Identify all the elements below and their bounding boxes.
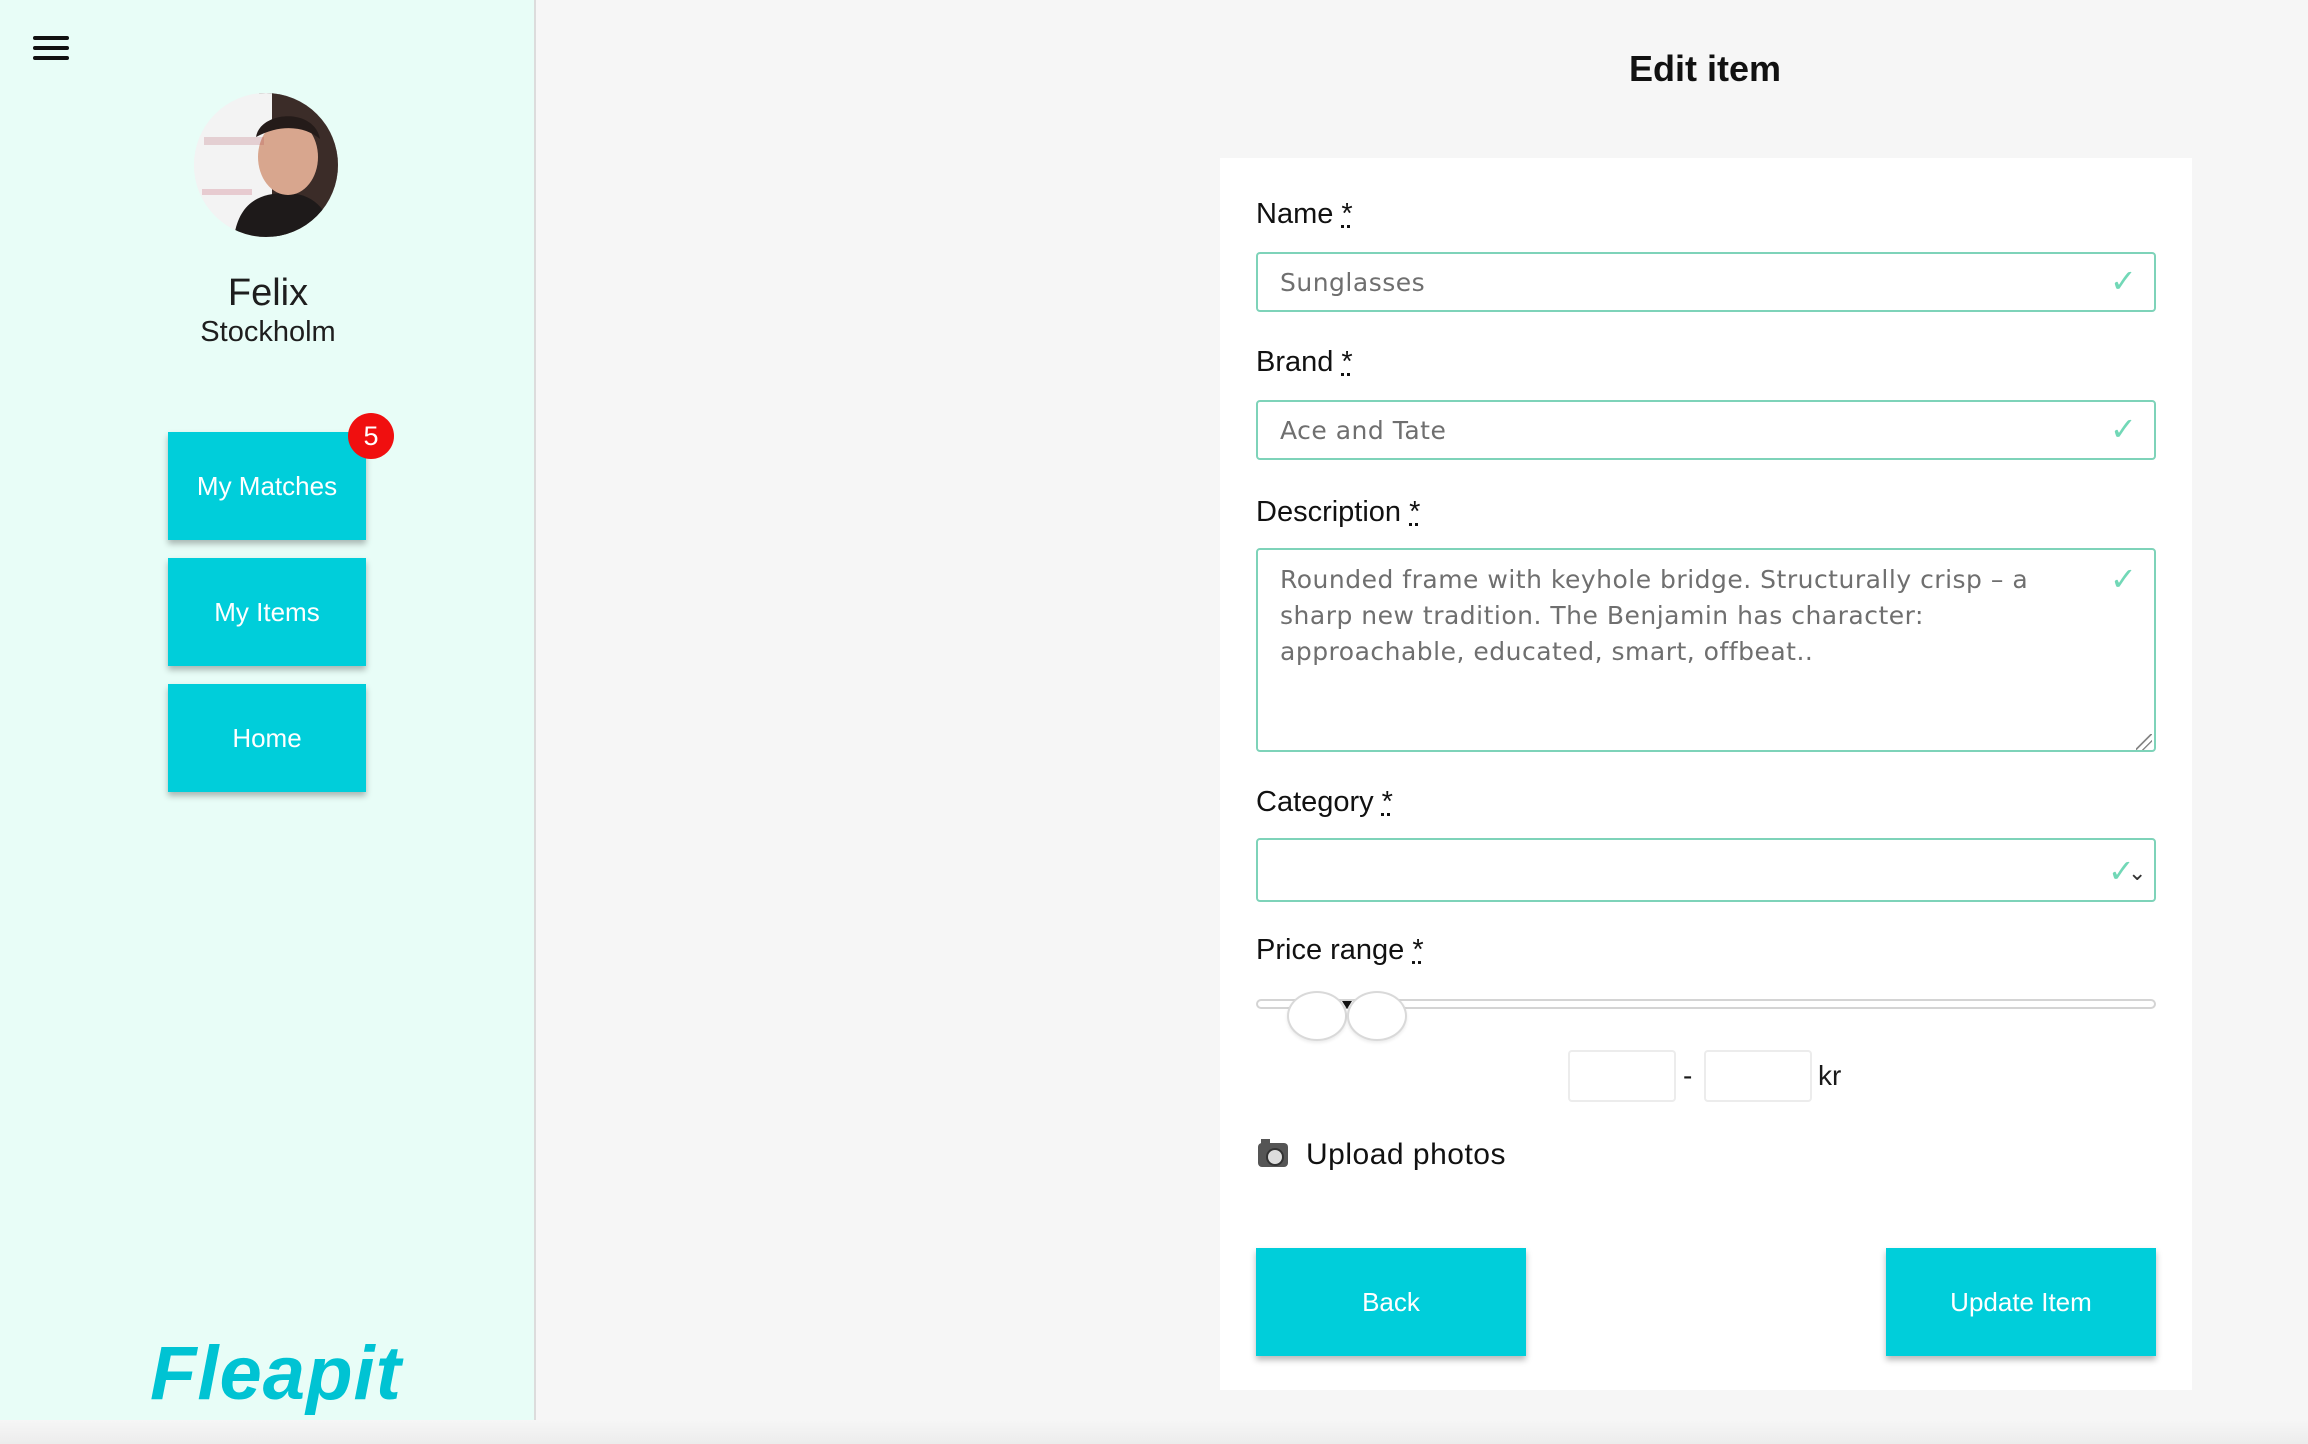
price-range-label-text: Price range <box>1256 934 1405 966</box>
required-marker: * <box>1341 346 1353 378</box>
update-item-label: Update Item <box>1950 1286 2092 1317</box>
description-label: Description * <box>1256 496 1420 529</box>
my-matches-label: My Matches <box>196 470 338 501</box>
page-title: Edit item <box>1628 48 1781 89</box>
check-icon: ✓ <box>2110 411 2137 447</box>
required-marker: * <box>1341 198 1353 230</box>
description-label-text: Description <box>1256 496 1402 528</box>
check-icon: ✓ <box>2110 561 2137 597</box>
resize-handle[interactable] <box>2136 734 2152 750</box>
edit-form-card <box>1220 158 2192 1390</box>
category-label: Category * <box>1256 786 1393 819</box>
avatar <box>194 93 338 237</box>
matches-count-badge: 5 <box>348 413 394 459</box>
description-textarea[interactable]: Rounded frame with keyhole bridge. Struc… <box>1256 548 2156 752</box>
bottom-shade <box>0 1420 2308 1444</box>
sidebar: Felix Stockholm My Matches 5 My Items Ho… <box>0 0 536 1444</box>
chevron-down-icon: ⌄ <box>2128 860 2147 885</box>
app: Felix Stockholm My Matches 5 My Items Ho… <box>0 0 2308 1444</box>
my-matches-button[interactable]: My Matches <box>168 432 366 540</box>
slider-marker <box>1342 1001 1352 1009</box>
my-items-button[interactable]: My Items <box>168 558 366 666</box>
brand-input[interactable]: Ace and Tate <box>1256 400 2156 460</box>
menu-icon[interactable] <box>33 34 69 62</box>
avatar-photo <box>194 93 338 237</box>
camera-icon <box>1258 1139 1288 1167</box>
home-label: Home <box>232 722 302 753</box>
upload-photos-button[interactable]: Upload photos <box>1258 1138 1506 1172</box>
user-name: Felix <box>227 272 309 314</box>
currency-unit: kr <box>1818 1060 1842 1091</box>
price-min-input[interactable] <box>1568 1050 1676 1102</box>
required-marker: * <box>1412 934 1424 966</box>
brand-label: Brand * <box>1256 346 1353 379</box>
name-label-text: Name <box>1256 198 1334 230</box>
back-label: Back <box>1362 1286 1420 1317</box>
price-min-handle[interactable] <box>1287 991 1347 1041</box>
price-max-handle[interactable] <box>1347 991 1407 1041</box>
home-button[interactable]: Home <box>168 684 366 792</box>
price-separator: - <box>1683 1060 1693 1091</box>
back-button[interactable]: Back <box>1256 1248 1526 1356</box>
check-icon: ✓ <box>2110 263 2137 299</box>
category-select[interactable] <box>1256 838 2156 902</box>
brand-logo: Fleapit <box>150 1331 402 1416</box>
name-input[interactable]: Sunglasses <box>1256 252 2156 312</box>
upload-photos-label: Upload photos <box>1306 1138 1506 1171</box>
my-items-label: My Items <box>214 596 320 627</box>
required-marker: * <box>1381 786 1393 818</box>
brand-label-text: Brand <box>1256 346 1334 378</box>
name-label: Name * <box>1256 198 1353 231</box>
category-label-text: Category <box>1256 786 1374 818</box>
price-max-input[interactable] <box>1704 1050 1812 1102</box>
user-city: Stockholm <box>200 316 336 348</box>
required-marker: * <box>1409 496 1421 528</box>
price-range-label: Price range * <box>1256 934 1424 967</box>
update-item-button[interactable]: Update Item <box>1886 1248 2156 1356</box>
